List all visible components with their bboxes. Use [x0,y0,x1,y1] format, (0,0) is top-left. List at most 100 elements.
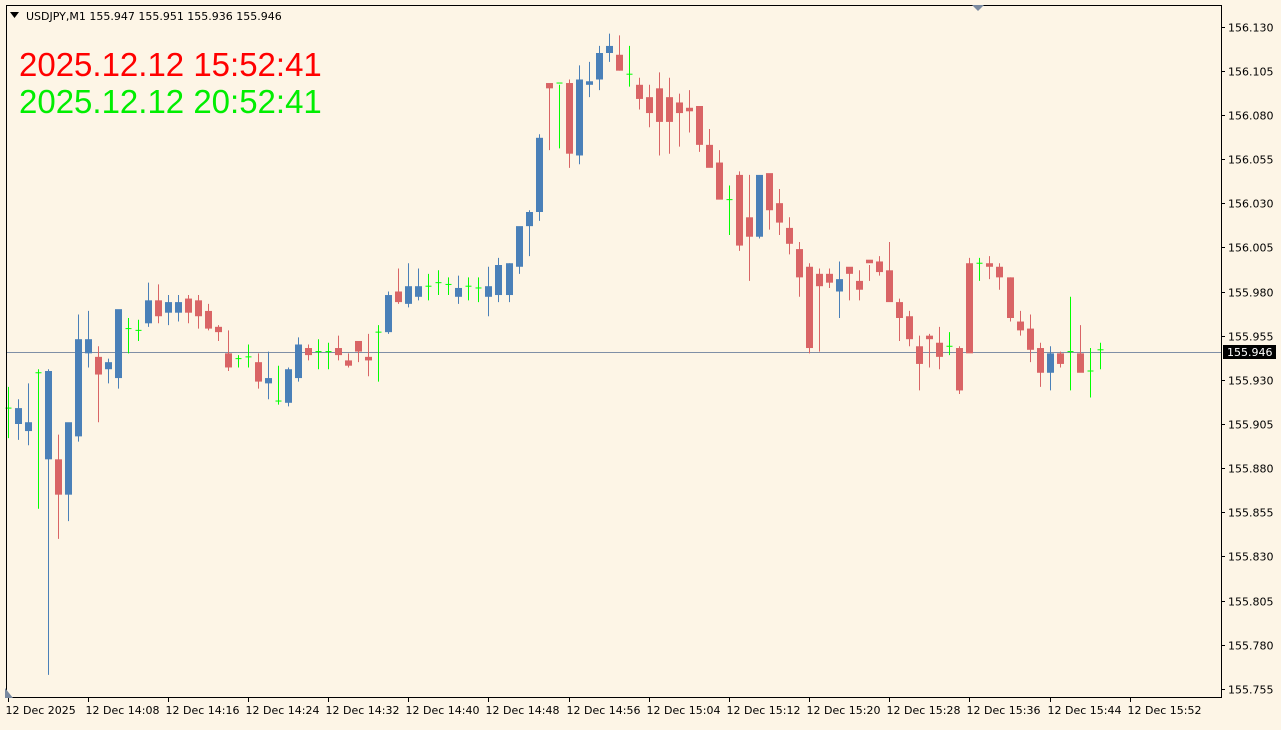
candle-body [65,422,72,495]
candle-body [75,339,82,437]
candle-body [175,302,182,313]
candle-body [536,137,543,212]
candle-body [916,346,923,364]
y-tick-label: 155.830 [1228,551,1274,564]
clock-time-2: 2025.12.12 20:52:41 [19,83,322,120]
y-tick-label: 156.130 [1228,22,1274,35]
chart-area[interactable]: 156.130 156.105 156.080 156.055 156.030 156.0… [0,0,1281,726]
candle-body [636,84,643,99]
y-tick-label: 156.055 [1228,154,1274,167]
candle [756,174,763,239]
y-tick-label: 155.780 [1228,640,1274,653]
candle-body [836,279,843,292]
candle-body [786,227,793,244]
candle-body [526,212,533,227]
x-tick-label: 12 Dec 15:44 [1048,704,1122,717]
symbol-label: USDJPY,M1 155.947 155.951 155.936 155.94… [26,10,282,23]
candle-body [55,459,62,495]
candle-body [606,45,613,53]
candle-body [1017,321,1024,331]
candle-body [796,249,803,278]
y-tick-label: 155.805 [1228,596,1274,609]
candle-body [485,286,492,297]
candle [956,346,963,394]
candle-body [656,88,663,122]
y-tick-label: 156.030 [1228,198,1274,211]
candle-body [586,81,593,85]
y-tick-label: 155.955 [1228,331,1274,344]
candle [1007,277,1014,322]
candle-body [906,316,913,340]
y-tick-label: 155.905 [1228,419,1274,432]
y-tick-label: 155.980 [1228,287,1274,300]
candle-body [956,348,963,391]
candle-body [816,273,823,287]
candle-body [886,270,893,303]
candle-body [355,340,362,352]
candle-body [856,280,863,290]
candle-body [395,291,402,303]
candle-body [365,356,372,361]
candle-body [506,263,513,296]
y-tick-label: 155.755 [1228,684,1274,697]
candle-body [926,335,933,340]
candle-body [596,53,603,80]
candle-body [666,97,673,122]
candle [285,367,292,407]
candle-body [345,360,352,366]
candle-body [766,173,773,211]
candle-body [15,408,22,424]
candle-body [966,263,973,354]
candle-body [1047,353,1054,373]
candle-body [876,261,883,273]
candle-body [105,362,112,370]
candle [536,134,543,221]
candle-body [155,300,162,317]
candle-body [115,309,122,379]
candlestick-chart[interactable]: 156.130 156.105 156.080 156.055 156.030 156.0… [0,0,1281,726]
candle-body [415,286,422,297]
candle-body [646,97,653,114]
candle-body [756,174,763,237]
candle-body [736,174,743,246]
candle-body [185,298,192,313]
candle-body [716,162,723,200]
candle-body [1007,277,1014,318]
x-tick-label: 12 Dec 15:12 [727,704,801,717]
candle-body [1057,353,1064,364]
x-tick-label: 12 Dec 14:24 [246,704,320,717]
candle-body [265,378,272,384]
candle-body [746,217,753,237]
candle-body [295,344,302,379]
candle-body [846,266,853,274]
candle [115,309,122,389]
current-price-label: 155.946 [1227,346,1273,359]
x-tick-label: 12 Dec 14:56 [567,704,641,717]
candle-body [676,102,683,114]
clock-time-1: 2025.12.12 15:52:41 [19,46,322,83]
y-tick-label: 156.105 [1228,66,1274,79]
candle-body [806,266,813,349]
candle-body [986,263,993,267]
candle-body [1037,348,1044,373]
candle-body [95,356,102,375]
x-tick-label: 12 Dec 15:20 [807,704,881,717]
y-tick-label: 156.005 [1228,242,1274,255]
candle-body [826,273,833,283]
x-tick-label: 12 Dec 15:04 [647,704,721,717]
candle-body [936,342,943,357]
candle [385,291,392,334]
candle-body [495,265,502,296]
candle [516,226,523,274]
x-tick-label: 12 Dec 14:16 [166,704,240,717]
candle-body [516,226,523,267]
candle-body [225,353,232,368]
candle [806,263,813,354]
candle [576,65,583,165]
candle-body [195,300,202,317]
x-tick-label: 12 Dec 14:08 [86,704,160,717]
y-tick-label: 156.080 [1228,110,1274,123]
candle-body [205,310,212,329]
candle-body [686,107,693,112]
x-tick-label: 12 Dec 14:40 [406,704,480,717]
